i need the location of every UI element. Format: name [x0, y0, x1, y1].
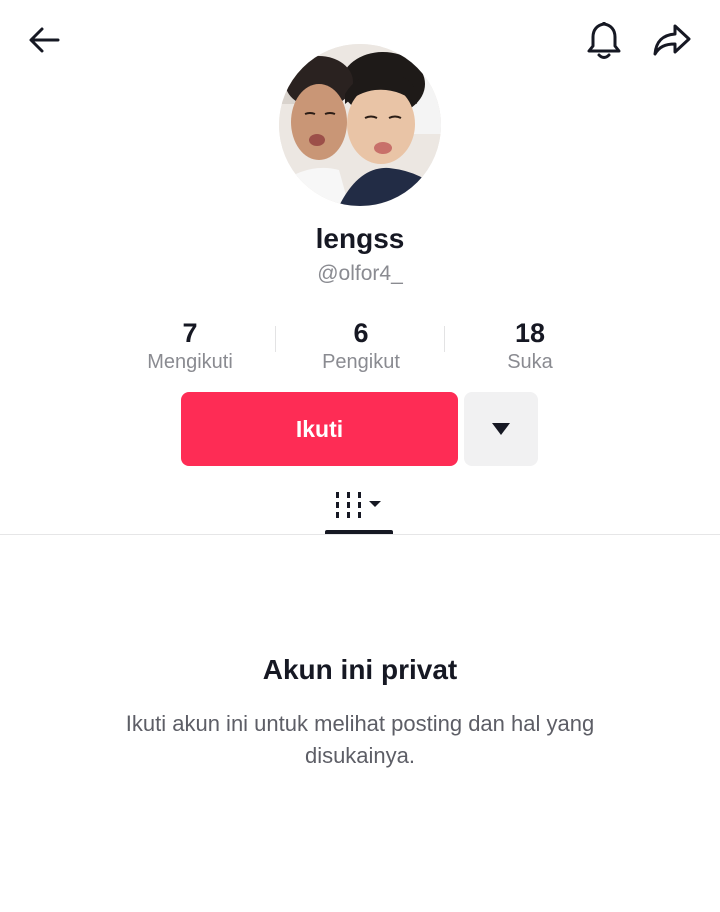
- bell-icon: [587, 21, 621, 59]
- stat-followers[interactable]: 6 Pengikut: [276, 318, 446, 376]
- stat-value: 7: [182, 318, 198, 348]
- stat-value: 6: [353, 318, 369, 348]
- username: @olfor4_: [317, 262, 403, 285]
- tab-videos[interactable]: [325, 478, 393, 534]
- back-button[interactable]: [20, 16, 68, 64]
- private-account-title: Akun ini privat: [262, 654, 458, 685]
- stat-following[interactable]: 7 Mengikuti: [105, 318, 275, 376]
- share-arrow-icon: [653, 24, 691, 56]
- profile-page: lengss @olfor4_ 7 Mengikuti 6 Pengikut 1…: [0, 0, 720, 912]
- stat-label: Mengikuti: [147, 351, 233, 373]
- follow-button[interactable]: Ikuti: [181, 392, 458, 466]
- caret-down-icon: [492, 423, 510, 435]
- arrow-left-icon: [29, 27, 60, 53]
- share-button[interactable]: [648, 16, 696, 64]
- display-name: lengss: [315, 223, 405, 254]
- stat-label: Pengikut: [322, 351, 400, 373]
- stat-likes: 18 Suka: [445, 318, 615, 376]
- notification-bell-button[interactable]: [580, 16, 628, 64]
- stat-value: 18: [514, 318, 546, 348]
- tab-divider: [0, 534, 720, 535]
- avatar[interactable]: [279, 44, 441, 206]
- grid-columns-icon: [336, 492, 381, 518]
- private-account-description: Ikuti akun ini untuk melihat posting dan…: [125, 711, 595, 768]
- suggested-accounts-button[interactable]: [464, 392, 538, 466]
- stat-label: Suka: [507, 351, 553, 373]
- profile-photo: [279, 44, 441, 206]
